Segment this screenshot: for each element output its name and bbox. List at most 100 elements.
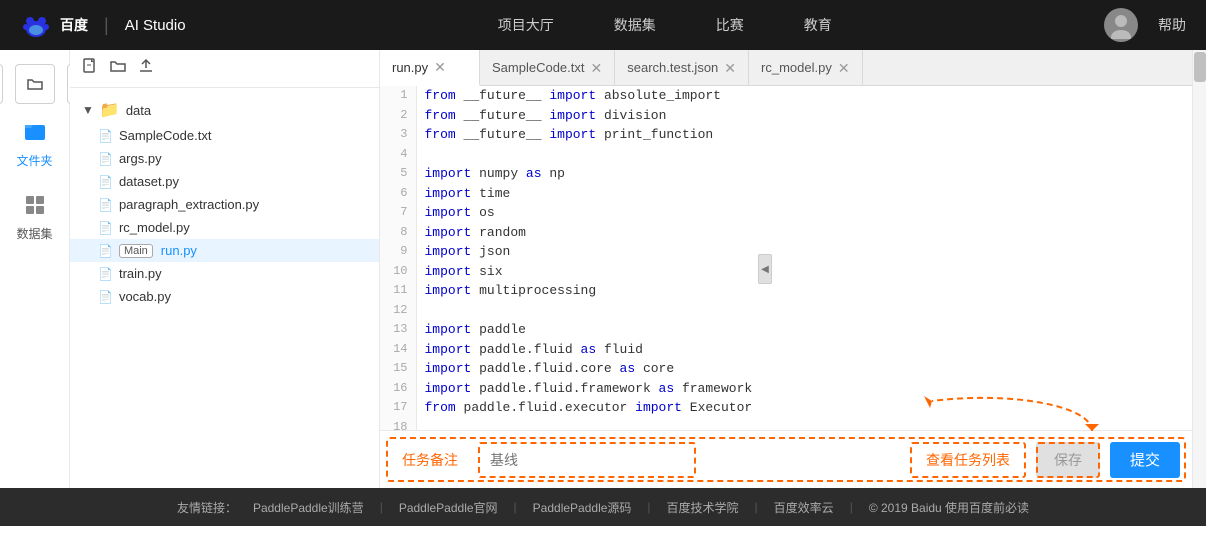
ai-studio-label: AI Studio	[125, 17, 186, 34]
file-icon: 📄	[98, 267, 113, 281]
file-item[interactable]: 📄 rc_model.py	[70, 216, 379, 239]
file-item[interactable]: 📄 args.py	[70, 147, 379, 170]
avatar[interactable]	[1104, 8, 1138, 42]
table-row: 9import json	[380, 242, 1192, 262]
baidu-logo	[20, 9, 52, 41]
code-table: 1from __future__ import absolute_import2…	[380, 86, 1192, 430]
vertical-scrollbar[interactable]	[1192, 50, 1206, 488]
sidebar: 文件夹 数据集	[0, 50, 70, 488]
submit-btn[interactable]: 提交	[1110, 442, 1180, 478]
line-code: import six	[416, 262, 1192, 282]
line-code: import numpy as np	[416, 164, 1192, 184]
close-icon[interactable]: ✕	[724, 61, 736, 75]
file-name: rc_model.py	[119, 220, 190, 235]
close-icon[interactable]: ✕	[591, 61, 603, 75]
file-name: dataset.py	[119, 174, 179, 189]
file-item-active[interactable]: 📄 Main run.py	[70, 239, 379, 262]
code-editor[interactable]: 1from __future__ import absolute_import2…	[380, 86, 1192, 430]
help-link[interactable]: 帮助	[1158, 15, 1186, 35]
line-number: 11	[380, 281, 416, 301]
table-row: 3from __future__ import print_function	[380, 125, 1192, 145]
file-name: vocab.py	[119, 289, 171, 304]
file-item[interactable]: 📄 vocab.py	[70, 285, 379, 308]
footer-link-4[interactable]: 百度技术学院	[667, 499, 739, 516]
tab-rc-model[interactable]: rc_model.py ✕	[749, 50, 863, 85]
file-item[interactable]: 📄 train.py	[70, 262, 379, 285]
file-item[interactable]: 📄 SampleCode.txt	[70, 124, 379, 147]
table-row: 1from __future__ import absolute_import	[380, 86, 1192, 106]
line-code	[416, 301, 1192, 321]
file-name: args.py	[119, 151, 162, 166]
tab-run-py[interactable]: run.py ✕	[380, 50, 480, 86]
footer-link-1[interactable]: PaddlePaddle训练营	[253, 499, 364, 516]
close-icon[interactable]: ✕	[838, 61, 850, 75]
upload-icon[interactable]	[138, 58, 154, 79]
line-code: import paddle	[416, 320, 1192, 340]
file-item[interactable]: 📄 paragraph_extraction.py	[70, 193, 379, 216]
logo-area: 百度 | AI Studio	[20, 9, 186, 41]
sidebar-item-datasets[interactable]: 数据集	[0, 185, 69, 250]
folder-data[interactable]: ▼ 📁 data	[70, 96, 379, 124]
nav-competition[interactable]: 比赛	[716, 10, 744, 40]
nav-datasets[interactable]: 数据集	[614, 10, 656, 40]
footer-link-3[interactable]: PaddlePaddle源码	[533, 499, 632, 516]
tab-samplecode[interactable]: SampleCode.txt ✕	[480, 50, 615, 85]
sidebar-datasets-label: 数据集	[16, 225, 52, 242]
folder-icon	[23, 120, 47, 144]
line-number: 1	[380, 86, 416, 106]
line-number: 17	[380, 398, 416, 418]
tab-bar: run.py ✕ SampleCode.txt ✕ search.test.js…	[380, 50, 1192, 86]
chevron-down-icon: ▼	[82, 103, 94, 117]
tab-label: run.py	[392, 60, 428, 75]
scrollbar-thumb[interactable]	[1194, 52, 1206, 82]
table-row: 17from paddle.fluid.executor import Exec…	[380, 398, 1192, 418]
baidu-icon	[20, 9, 52, 41]
file-icon: 📄	[98, 129, 113, 143]
save-btn[interactable]: 保存	[1036, 442, 1100, 478]
line-number: 9	[380, 242, 416, 262]
table-row: 14import paddle.fluid as fluid	[380, 340, 1192, 360]
header: 百度 | AI Studio 项目大厅 数据集 比赛 教育 帮助	[0, 0, 1206, 50]
file-name: train.py	[119, 266, 162, 281]
table-row: 2from __future__ import division	[380, 106, 1192, 126]
tab-search-json[interactable]: search.test.json ✕	[615, 50, 749, 85]
footer-link-2[interactable]: PaddlePaddle官网	[399, 499, 498, 516]
table-row: 16import paddle.fluid.framework as frame…	[380, 379, 1192, 399]
line-code	[416, 418, 1192, 431]
file-panel: ▼ 📁 data 📄 SampleCode.txt 📄 args.py 📄 da…	[70, 50, 380, 488]
line-number: 5	[380, 164, 416, 184]
line-number: 7	[380, 203, 416, 223]
table-row: 12	[380, 301, 1192, 321]
new-file-btn[interactable]	[0, 64, 3, 104]
line-code: import time	[416, 184, 1192, 204]
line-code: import paddle.fluid as fluid	[416, 340, 1192, 360]
line-number: 8	[380, 223, 416, 243]
nav-project-hall[interactable]: 项目大厅	[498, 10, 554, 40]
new-folder-btn[interactable]	[15, 64, 55, 104]
footer-link-5[interactable]: 百度效率云	[774, 499, 834, 516]
file-tree: ▼ 📁 data 📄 SampleCode.txt 📄 args.py 📄 da…	[70, 88, 379, 488]
file-icon: 📄	[98, 175, 113, 189]
sidebar-files-label: 文件夹	[16, 152, 52, 169]
tab-label: rc_model.py	[761, 60, 832, 75]
line-number: 3	[380, 125, 416, 145]
line-number: 10	[380, 262, 416, 282]
file-icon: 📄	[98, 221, 113, 235]
nav-education[interactable]: 教育	[804, 10, 832, 40]
file-item[interactable]: 📄 dataset.py	[70, 170, 379, 193]
header-right: 帮助	[1104, 8, 1186, 42]
line-code: import paddle.fluid.core as core	[416, 359, 1192, 379]
new-folder-icon[interactable]	[110, 58, 126, 79]
line-code: from paddle.fluid.executor import Execut…	[416, 398, 1192, 418]
collapse-handle[interactable]: ◀	[758, 254, 772, 284]
close-icon[interactable]: ✕	[434, 60, 446, 74]
sidebar-item-files[interactable]: 文件夹	[0, 112, 69, 177]
line-number: 18	[380, 418, 416, 431]
tab-label: search.test.json	[627, 60, 718, 75]
new-file-icon[interactable]	[82, 58, 98, 79]
file-name: SampleCode.txt	[119, 128, 212, 143]
task-note-btn[interactable]: 任务备注	[392, 450, 468, 470]
line-number: 6	[380, 184, 416, 204]
baseline-input[interactable]	[478, 442, 696, 478]
view-tasks-btn[interactable]: 查看任务列表	[910, 442, 1026, 478]
